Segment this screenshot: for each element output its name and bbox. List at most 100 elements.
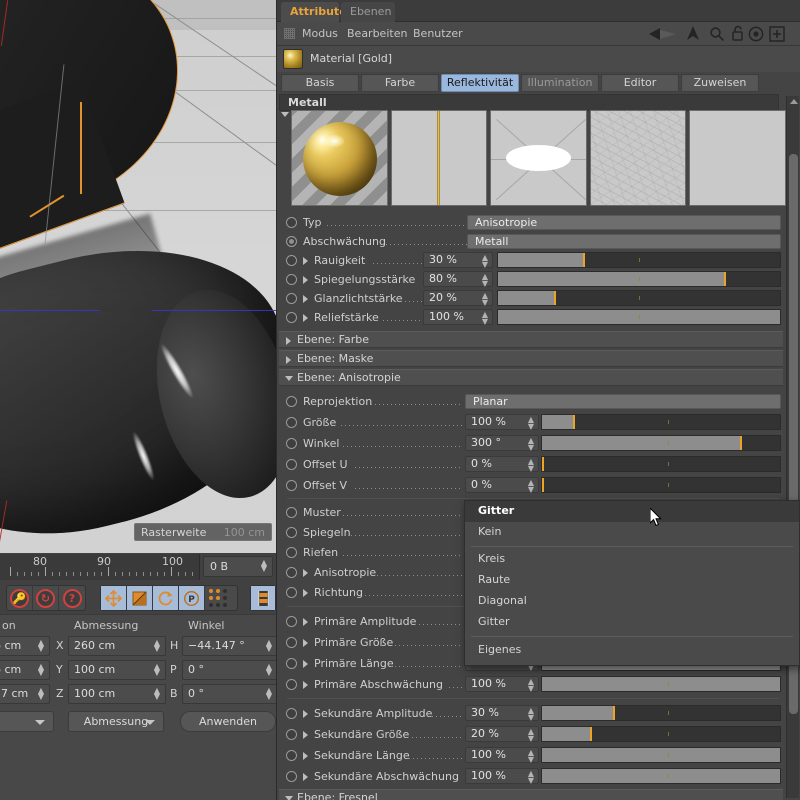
- slider-sekundaere-groesse[interactable]: [541, 726, 781, 742]
- spinner-arrows[interactable]: ▲▼: [265, 687, 273, 701]
- spinner-arrows[interactable]: ▲▼: [528, 416, 534, 431]
- radio-muster[interactable]: [286, 507, 297, 518]
- section-header-metall[interactable]: Metall: [279, 94, 779, 111]
- dropdown-item-gitter[interactable]: Gitter: [465, 612, 799, 633]
- tab-illumination[interactable]: Illumination: [521, 74, 599, 92]
- spinner-arrows[interactable]: ▲▼: [37, 639, 45, 653]
- value-spiegelungsstaerke[interactable]: 80 % ▲ ▼: [423, 271, 493, 288]
- vertical-scrollbar[interactable]: [786, 96, 799, 798]
- tab-farbe[interactable]: Farbe: [361, 74, 439, 92]
- dropdown-item-kein[interactable]: Kein: [465, 522, 799, 543]
- spinner-arrows[interactable]: ▲▼: [482, 311, 488, 326]
- value-sekundaere-abschwaechung[interactable]: 100 % ▲ ▼: [465, 768, 539, 785]
- radio-riefen[interactable]: [286, 547, 297, 558]
- radio-typ[interactable]: [286, 217, 297, 228]
- radio-winkel[interactable]: [286, 438, 297, 449]
- chevron-right-icon[interactable]: [303, 731, 308, 739]
- tab-attribute[interactable]: Attribute: [281, 2, 347, 22]
- slider-offset-u[interactable]: [541, 456, 781, 472]
- dropdown-item-diagonal[interactable]: Diagonal: [465, 591, 799, 612]
- chevron-right-icon[interactable]: [303, 295, 308, 303]
- spinner-arrows[interactable]: ▲▼: [153, 639, 161, 653]
- dots-icon[interactable]: [205, 586, 231, 610]
- radio-glanzlichtstaerke[interactable]: [286, 293, 297, 304]
- dimension-z-field[interactable]: 100 cm ▲ ▼: [68, 684, 166, 704]
- radio-primaere-abschwaechung[interactable]: [286, 679, 297, 690]
- parametric-icon[interactable]: P: [179, 586, 205, 610]
- key-icon[interactable]: 🔑: [7, 586, 33, 610]
- spinner-arrows[interactable]: ▲▼: [153, 663, 161, 677]
- slider-sekundaere-laenge[interactable]: [541, 747, 781, 763]
- chevron-right-icon[interactable]: [303, 618, 308, 626]
- radio-sekundaere-amplitude[interactable]: [286, 708, 297, 719]
- swatch-flat-gray[interactable]: [689, 110, 786, 206]
- radio-primaere-groesse[interactable]: [286, 637, 297, 648]
- back-arrow-icon[interactable]: [647, 26, 679, 45]
- combo-reprojektion[interactable]: Planar: [465, 394, 781, 409]
- spinner-arrows[interactable]: ▲▼: [528, 728, 534, 743]
- radio-sekundaere-abschwaechung[interactable]: [286, 771, 297, 782]
- spinner-arrows[interactable]: ▲▼: [260, 559, 268, 573]
- radio-groesse[interactable]: [286, 417, 297, 428]
- question-icon[interactable]: ?: [59, 586, 85, 610]
- spinner-arrows[interactable]: ▲▼: [482, 273, 488, 288]
- scale-icon[interactable]: [127, 586, 153, 610]
- spinner-arrows[interactable]: ▲▼: [528, 479, 534, 494]
- radio-offset-u[interactable]: [286, 459, 297, 470]
- slider-rauigkeit[interactable]: [497, 252, 781, 268]
- angle-p-field[interactable]: 0 ° ▲ ▼: [182, 660, 278, 680]
- up-arrow-icon[interactable]: [685, 25, 701, 45]
- angle-h-field[interactable]: −44.147 ° ▲ ▼: [182, 636, 278, 656]
- material-thumbnail[interactable]: [283, 49, 303, 69]
- target-icon[interactable]: [748, 26, 764, 45]
- chevron-right-icon[interactable]: [303, 639, 308, 647]
- dropdown-item-eigenes[interactable]: Eigenes: [465, 640, 799, 661]
- muster-dropdown-menu[interactable]: Gitter Kein Kreis Raute Diagonal Gitter …: [464, 500, 800, 666]
- menu-bearbeiten[interactable]: Bearbeiten: [347, 27, 407, 40]
- group-ebene-farbe[interactable]: Ebene: Farbe: [279, 331, 783, 348]
- dimension-y-field[interactable]: 100 cm ▲ ▼: [68, 660, 166, 680]
- position-z-field[interactable]: 37 cm ▲▼: [0, 684, 50, 704]
- radio-spiegelungsstaerke[interactable]: [286, 274, 297, 285]
- radio-abschwaechung[interactable]: [286, 236, 297, 247]
- scroll-up-arrow-icon[interactable]: [790, 99, 798, 104]
- combo-abschwaechung[interactable]: Metall: [467, 234, 781, 249]
- chevron-right-icon[interactable]: [303, 589, 308, 597]
- chevron-right-icon[interactable]: [303, 660, 308, 668]
- chevron-down-icon[interactable]: [281, 112, 289, 117]
- chevron-right-icon[interactable]: [303, 681, 308, 689]
- radio-spiegeln[interactable]: [286, 527, 297, 538]
- tab-editor[interactable]: Editor: [601, 74, 679, 92]
- radio-rauigkeit[interactable]: [286, 255, 297, 266]
- size-field[interactable]: 0 B ▲ ▼: [203, 556, 273, 577]
- radio-anisotropie[interactable]: [286, 567, 297, 578]
- move-icon[interactable]: [101, 586, 127, 610]
- value-reliefstaerke[interactable]: 100 % ▲ ▼: [423, 309, 493, 326]
- lock-icon[interactable]: [731, 25, 745, 45]
- value-primaere-abschwaechung[interactable]: 100 % ▲ ▼: [465, 676, 539, 693]
- spinner-arrows[interactable]: ▲▼: [528, 749, 534, 764]
- combo-typ[interactable]: Anisotropie: [467, 215, 781, 230]
- spinner-arrows[interactable]: ▲▼: [265, 663, 273, 677]
- radio-reprojektion[interactable]: [286, 396, 297, 407]
- tab-zuweisen[interactable]: Zuweisen: [681, 74, 759, 92]
- swatch-highlight-ellipse[interactable]: [490, 110, 587, 206]
- group-ebene-anisotropie[interactable]: Ebene: Anisotropie: [279, 369, 783, 386]
- radio-primaere-laenge[interactable]: [286, 658, 297, 669]
- spinner-arrows[interactable]: ▲▼: [528, 678, 534, 693]
- menu-benutzer[interactable]: Benutzer: [413, 27, 463, 40]
- tab-ebenen[interactable]: Ebenen: [341, 2, 395, 22]
- rotate-icon[interactable]: [153, 586, 179, 610]
- radio-primaere-amplitude[interactable]: [286, 616, 297, 627]
- slider-sekundaere-abschwaechung[interactable]: [541, 768, 781, 784]
- slider-glanzlichtstaerke[interactable]: [497, 290, 781, 306]
- spinner-arrows[interactable]: ▲▼: [528, 437, 534, 452]
- chevron-right-icon[interactable]: [303, 569, 308, 577]
- value-offset-v[interactable]: 0 % ▲ ▼: [465, 477, 539, 494]
- chevron-right-icon[interactable]: [303, 314, 308, 322]
- apply-button[interactable]: Anwenden: [180, 711, 276, 732]
- chevron-right-icon[interactable]: [303, 276, 308, 284]
- dropdown-item-kreis[interactable]: Kreis: [465, 549, 799, 570]
- size-mode-dropdown[interactable]: Abmessung: [68, 711, 164, 732]
- chevron-right-icon[interactable]: [303, 773, 308, 781]
